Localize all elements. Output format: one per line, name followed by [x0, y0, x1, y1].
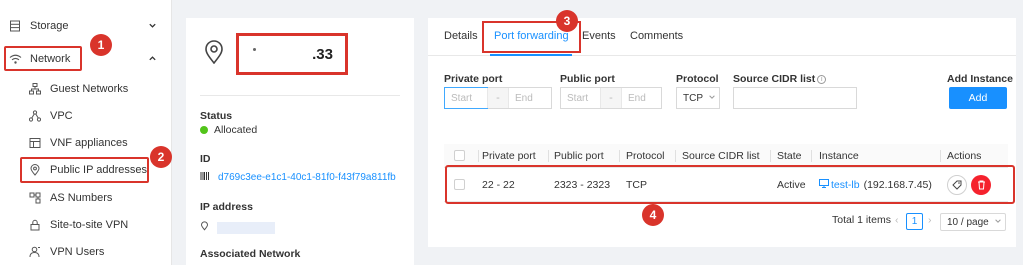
ip-address-redacted [217, 221, 275, 234]
sidebar-item-vpn-users[interactable]: VPN Users [28, 241, 168, 263]
redaction-mark [253, 48, 256, 51]
sidebar-item-storage[interactable]: Storage [8, 15, 166, 37]
map-pin-icon [204, 40, 224, 67]
sidebar-item-vpc[interactable]: VPC [28, 105, 168, 127]
info-icon[interactable]: i [817, 75, 827, 84]
range-separator: - [600, 88, 622, 108]
ip-address-label: IP address [200, 201, 253, 213]
public-port-end-input[interactable]: End [622, 88, 661, 108]
map-pin-icon [200, 221, 209, 234]
private-port-label: Private port [444, 73, 503, 85]
public-port-start-input[interactable]: Start [561, 88, 600, 108]
add-instance-label: Add Instance [947, 73, 1013, 85]
column-separator [478, 150, 479, 162]
sidebar-item-vnf-appliances[interactable]: VNF appliances [28, 132, 168, 154]
sidebar-item-label: Storage [30, 20, 69, 32]
public-port-label: Public port [560, 73, 615, 85]
column-state: State [777, 150, 802, 162]
sidebar-item-label: VPC [50, 110, 73, 122]
lock-icon [28, 218, 42, 232]
column-instance: Instance [819, 150, 859, 162]
step-badge-3: 3 [556, 10, 578, 32]
user-icon [28, 245, 42, 259]
id-value-row[interactable]: d769c3ee-e1c1-40c1-81f0-f43f79a811fb [200, 171, 396, 184]
page-1-button[interactable]: 1 [906, 213, 923, 230]
column-separator [548, 150, 549, 162]
column-separator [619, 150, 620, 162]
status-dot [200, 126, 208, 134]
sidebar-item-guest-networks[interactable]: Guest Networks [28, 78, 168, 100]
private-port-end-input[interactable]: End [509, 88, 551, 108]
source-cidr-label-text: Source CIDR list [733, 73, 816, 85]
sidebar-item-label: Site-to-site VPN [50, 219, 129, 231]
ip-title-highlight: .33 [236, 33, 348, 75]
id-value[interactable]: d769c3ee-e1c1-40c1-81f0-f43f79a811fb [218, 172, 396, 183]
table-icon [28, 136, 42, 150]
source-cidr-input[interactable] [733, 87, 857, 109]
private-port-start-input[interactable]: Start [444, 87, 488, 109]
page-size-select[interactable]: 10 / page [940, 213, 1006, 231]
chevron-down-icon [708, 93, 716, 104]
column-source-cidr: Source CIDR list [682, 150, 760, 162]
connected-boxes-icon [28, 191, 42, 205]
source-cidr-label: Source CIDR list i [733, 73, 827, 85]
chevron-up-icon[interactable] [146, 52, 158, 64]
port-forwarding-panel: Details Port forwarding Events Comments … [428, 18, 1016, 247]
public-ip-highlight [20, 157, 149, 183]
step-badge-2: 2 [150, 146, 172, 168]
chevron-down-icon[interactable] [146, 19, 158, 31]
sidebar-item-as-numbers[interactable]: AS Numbers [28, 187, 168, 209]
sidebar-item-site-to-site-vpn[interactable]: Site-to-site VPN [28, 214, 168, 236]
sidebar: Storage Network Guest Networks VPC VNF a… [0, 0, 172, 265]
sitemap-icon [28, 82, 42, 96]
column-separator [675, 150, 676, 162]
network-highlight [4, 46, 82, 71]
active-tab-indicator [490, 54, 572, 56]
status-text: Allocated [214, 124, 258, 136]
sidebar-item-label: VPN Users [50, 246, 105, 258]
public-port-range: Start - End [560, 87, 662, 109]
prev-page-button[interactable]: ‹ [895, 214, 899, 226]
select-all-checkbox[interactable] [454, 150, 465, 161]
chevron-down-icon [994, 217, 1002, 228]
tab-events[interactable]: Events [582, 30, 616, 42]
column-separator [770, 150, 771, 162]
column-separator [811, 150, 812, 162]
share-nodes-icon [28, 109, 42, 123]
ip-title: .33 [312, 46, 333, 63]
column-separator [940, 150, 941, 162]
column-protocol: Protocol [626, 150, 665, 162]
column-actions: Actions [947, 150, 982, 162]
step-badge-4: 4 [642, 204, 664, 226]
sidebar-item-label: AS Numbers [50, 192, 113, 204]
protocol-select-value: TCP [683, 92, 703, 104]
ip-detail-card: .33 Status Allocated ID d769c3ee-e1c1-40… [186, 18, 414, 265]
ip-address-row [200, 221, 275, 234]
private-port-range: Start - End [444, 87, 552, 109]
sidebar-item-label: VNF appliances [50, 137, 128, 149]
next-page-button[interactable]: › [928, 214, 932, 226]
divider [200, 95, 400, 96]
status-value: Allocated [200, 124, 257, 136]
barcode-icon[interactable] [200, 171, 210, 184]
table-row-highlight [445, 165, 1015, 204]
range-separator: - [487, 88, 509, 108]
tab-details[interactable]: Details [444, 30, 478, 42]
id-label: ID [200, 153, 211, 165]
sidebar-item-label: Guest Networks [50, 83, 129, 95]
protocol-select[interactable]: TCP [676, 87, 720, 109]
database-icon [8, 19, 22, 33]
column-private-port: Private port [482, 150, 536, 162]
pagination-total: Total 1 items [832, 214, 891, 226]
column-public-port: Public port [554, 150, 604, 162]
tab-comments[interactable]: Comments [630, 30, 683, 42]
associated-network-label: Associated Network [200, 248, 301, 260]
step-badge-1: 1 [90, 34, 112, 56]
protocol-label: Protocol [676, 73, 719, 85]
page-size-value: 10 / page [947, 216, 989, 228]
add-button[interactable]: Add [949, 87, 1007, 109]
status-label: Status [200, 110, 233, 122]
